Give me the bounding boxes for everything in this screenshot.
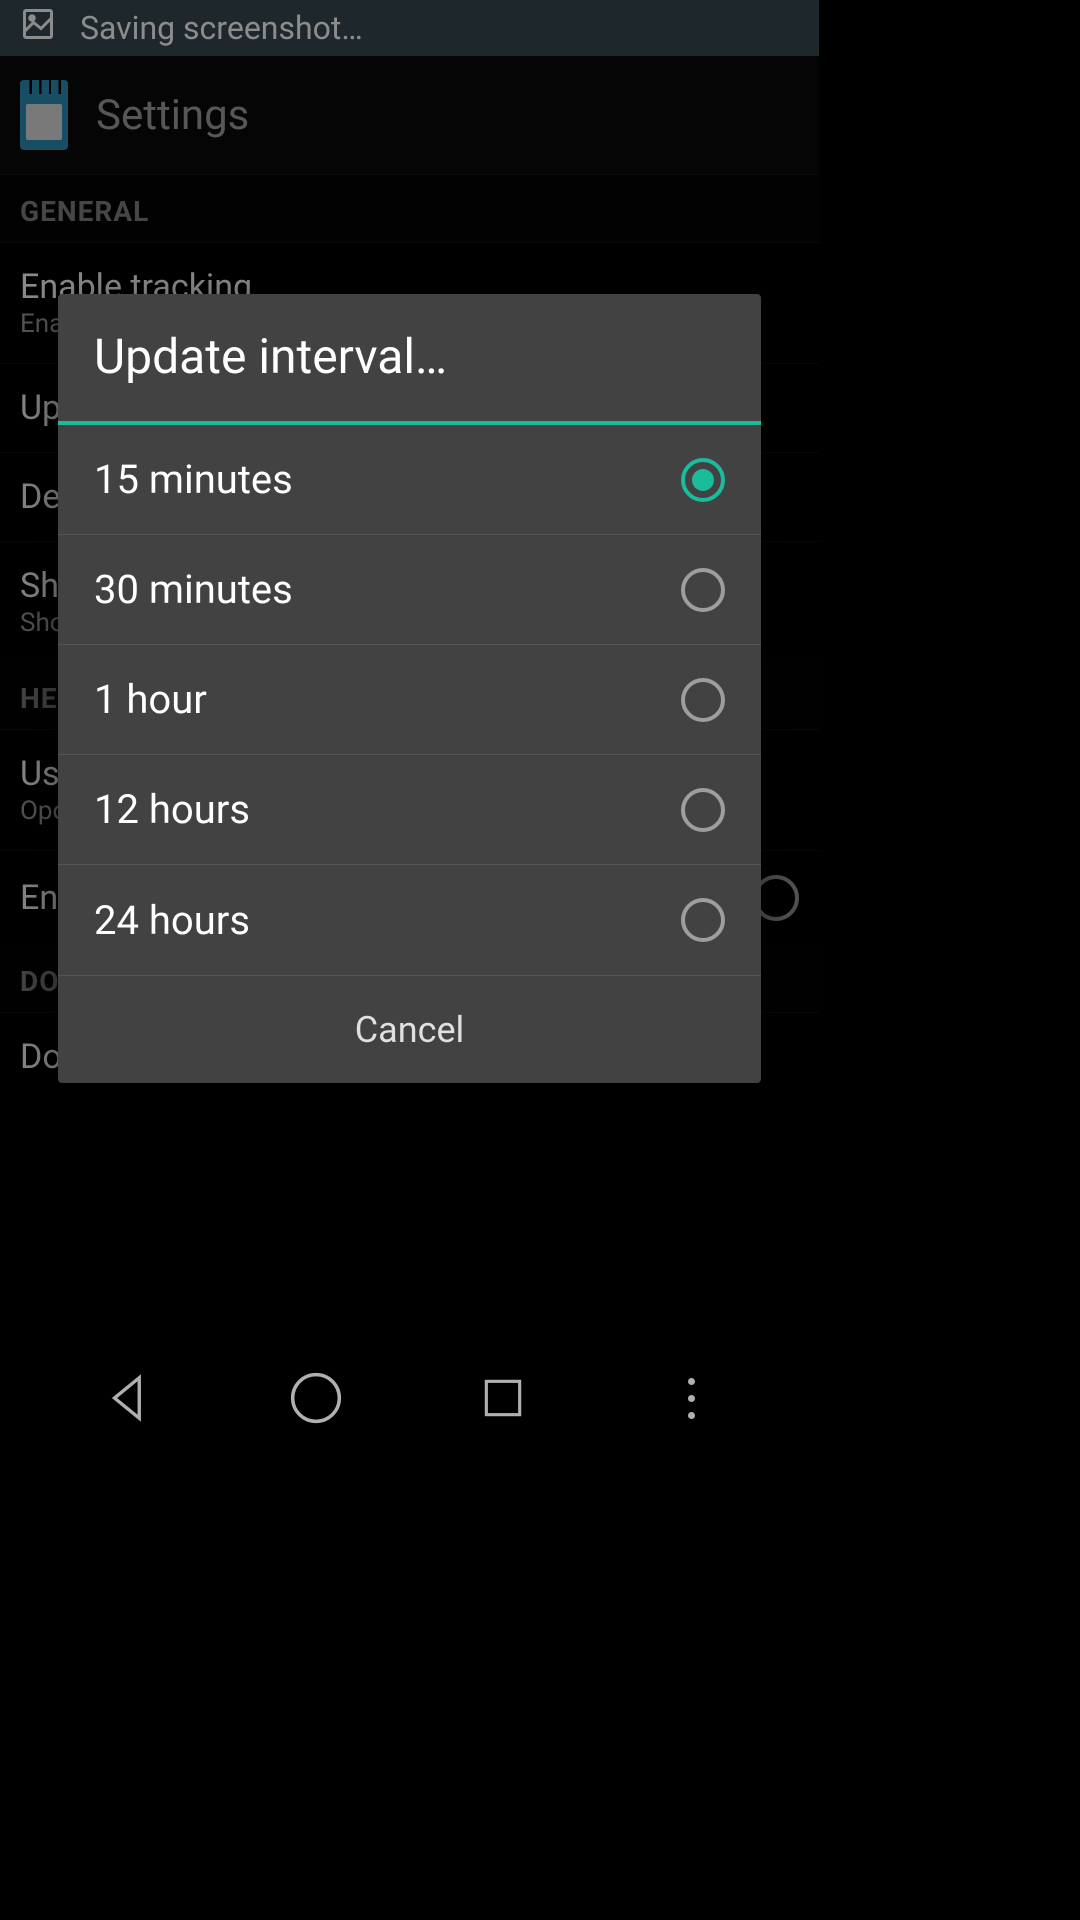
radio-unselected-icon — [681, 568, 725, 612]
radio-label: 1 hour — [94, 676, 207, 723]
radio-option-15-minutes[interactable]: 15 minutes — [58, 425, 761, 535]
radio-selected-icon — [681, 458, 725, 502]
radio-unselected-icon — [681, 788, 725, 832]
radio-label: 12 hours — [94, 786, 250, 833]
cancel-button[interactable]: Cancel — [355, 1009, 465, 1051]
radio-unselected-icon — [681, 678, 725, 722]
update-interval-dialog: Update interval… 15 minutes 30 minutes 1… — [58, 294, 761, 1083]
navigation-bar — [0, 1340, 819, 1456]
dialog-options: 15 minutes 30 minutes 1 hour 12 hours 24… — [58, 425, 761, 975]
radio-option-24-hours[interactable]: 24 hours — [58, 865, 761, 975]
radio-option-12-hours[interactable]: 12 hours — [58, 755, 761, 865]
radio-unselected-icon — [681, 898, 725, 942]
recent-apps-button[interactable] — [473, 1368, 533, 1428]
overflow-menu-button[interactable] — [661, 1368, 721, 1428]
radio-label: 15 minutes — [94, 456, 293, 503]
home-button[interactable] — [286, 1368, 346, 1428]
radio-label: 24 hours — [94, 897, 250, 944]
back-button[interactable] — [98, 1368, 158, 1428]
radio-option-1-hour[interactable]: 1 hour — [58, 645, 761, 755]
radio-option-30-minutes[interactable]: 30 minutes — [58, 535, 761, 645]
dialog-title: Update interval… — [94, 328, 725, 385]
radio-label: 30 minutes — [94, 566, 293, 613]
dialog-footer: Cancel — [58, 975, 761, 1083]
dialog-title-wrap: Update interval… — [58, 294, 761, 425]
